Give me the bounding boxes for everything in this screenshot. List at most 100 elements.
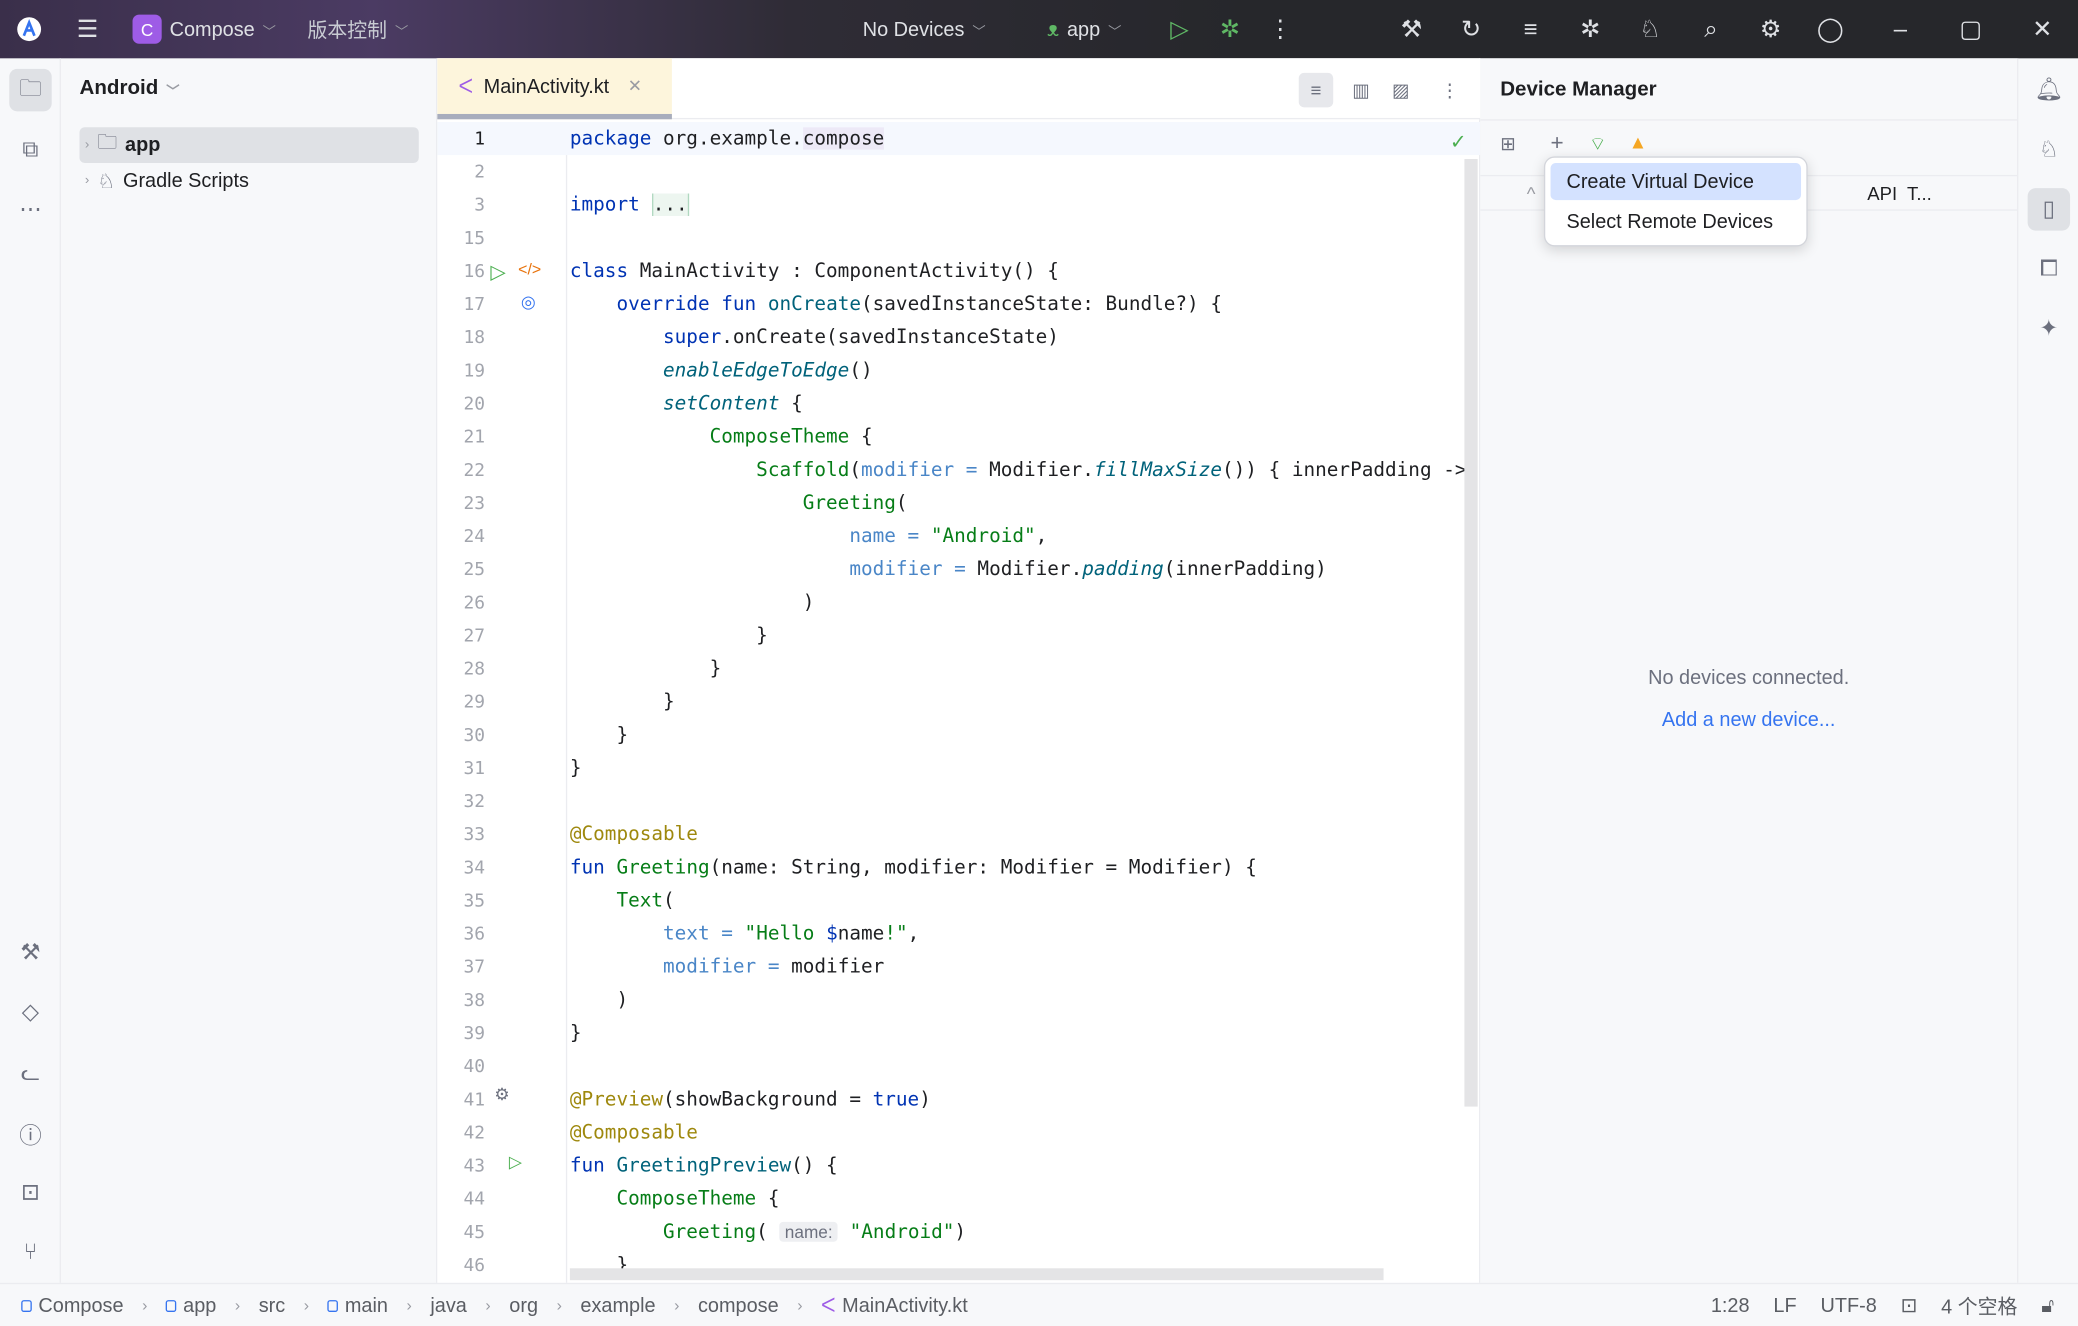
- code-line[interactable]: 16 class MainActivity : ComponentActivity…: [437, 254, 1480, 287]
- firebase-icon[interactable]: ▲: [1629, 131, 1647, 152]
- group-icon[interactable]: ⊞: [1500, 133, 1516, 156]
- git-icon[interactable]: ⑂: [9, 1231, 51, 1273]
- chevron-right-icon[interactable]: ›: [85, 138, 89, 153]
- search-icon[interactable]: ⌕: [1695, 13, 1727, 45]
- device-manager-icon[interactable]: ▯: [2027, 188, 2071, 231]
- preview-settings-icon[interactable]: ⚙: [494, 1084, 509, 1105]
- run-preview-icon[interactable]: ▷: [509, 1152, 522, 1173]
- pair-wifi-icon[interactable]: ⌔: [1589, 133, 1606, 157]
- horizontal-scrollbar[interactable]: [569, 1268, 1384, 1281]
- code-line[interactable]: 41 @Preview(showBackground = true): [437, 1083, 1480, 1116]
- settings-icon[interactable]: ⚙: [1755, 13, 1787, 45]
- tree-item-gradle-scripts[interactable]: › ♘ Gradle Scripts: [80, 163, 419, 199]
- caret-position[interactable]: 1:28: [1711, 1294, 1750, 1317]
- code-view-icon[interactable]: ≡: [1298, 72, 1334, 108]
- code-line[interactable]: 24 name = "Android",: [437, 520, 1480, 553]
- gem-icon[interactable]: ◇: [9, 991, 51, 1033]
- more-icon[interactable]: ⋮: [1264, 13, 1296, 45]
- breadcrumb-item[interactable]: example: [580, 1294, 655, 1317]
- code-line[interactable]: 3 import ...: [437, 188, 1480, 221]
- code-line[interactable]: 27 }: [437, 619, 1480, 652]
- run-icon[interactable]: ▷: [1164, 13, 1196, 45]
- code-line[interactable]: 18 super.onCreate(savedInstanceState): [437, 321, 1480, 354]
- code-line[interactable]: 30 }: [437, 718, 1480, 751]
- apply-changes-icon[interactable]: ↻: [1455, 13, 1487, 45]
- run-gutter-icon[interactable]: ▷: [490, 260, 505, 284]
- device-selector[interactable]: No Devices ﹀: [863, 0, 986, 58]
- build-icon[interactable]: ⚒: [1395, 13, 1427, 45]
- file-encoding[interactable]: UTF-8: [1820, 1294, 1876, 1317]
- running-devices-icon[interactable]: ⧠: [2028, 248, 2070, 290]
- minimize-icon[interactable]: –: [1885, 13, 1917, 45]
- project-view-selector[interactable]: Android ﹀: [80, 77, 180, 101]
- gradle-sync-icon[interactable]: ♘: [1634, 13, 1666, 45]
- breadcrumb-item[interactable]: app: [165, 1294, 216, 1317]
- code-line[interactable]: 28 }: [437, 652, 1480, 685]
- breadcrumb-item[interactable]: src: [259, 1294, 286, 1317]
- code-line[interactable]: 22 Scaffold(modifier = Modifier.fillMaxS…: [437, 453, 1480, 486]
- notifications-icon[interactable]: 🔔︎: [2028, 69, 2070, 111]
- tab-mainactivity[interactable]: ᐸ MainActivity.kt ✕: [437, 58, 672, 120]
- editor-more-icon[interactable]: ⋮: [1437, 73, 1464, 107]
- indent-setting[interactable]: 4 个空格: [1941, 1291, 2017, 1319]
- code-line[interactable]: 44 ComposeTheme {: [437, 1182, 1480, 1215]
- column-header-type[interactable]: T...: [1907, 183, 1932, 204]
- breadcrumb-item[interactable]: ᐸ MainActivity.kt: [821, 1293, 968, 1317]
- code-tag-icon[interactable]: </>: [518, 260, 541, 279]
- tree-item-app[interactable]: › 🗀 app: [79, 127, 419, 164]
- sync-icon[interactable]: ≡: [1515, 13, 1547, 45]
- breadcrumb-item[interactable]: java: [430, 1294, 466, 1317]
- breadcrumb-item[interactable]: Compose: [21, 1294, 124, 1317]
- gemini-icon[interactable]: ✦: [2028, 307, 2070, 349]
- sort-icon[interactable]: ^: [1527, 183, 1536, 204]
- code-line[interactable]: 43 fun GreetingPreview() {: [437, 1149, 1480, 1182]
- split-view-icon[interactable]: ▥: [1344, 73, 1378, 107]
- code-line[interactable]: 37 modifier = modifier: [437, 950, 1480, 983]
- code-line[interactable]: 21 ComposeTheme {: [437, 420, 1480, 453]
- code-line[interactable]: 31}: [437, 751, 1480, 784]
- run-config-selector[interactable]: ᴥ app ﹀: [1047, 0, 1121, 58]
- close-icon[interactable]: ✕: [2026, 13, 2058, 45]
- code-line[interactable]: 15: [437, 221, 1480, 254]
- breadcrumb-item[interactable]: org: [509, 1294, 538, 1317]
- code-line[interactable]: 40: [437, 1050, 1480, 1083]
- code-line[interactable]: 17 override fun onCreate(savedInstanceSt…: [437, 288, 1480, 321]
- account-icon[interactable]: ◯: [1814, 13, 1846, 45]
- code-line[interactable]: 1 package org.example.compose: [437, 121, 1481, 156]
- lock-icon[interactable]: 🔓︎: [2041, 1294, 2054, 1317]
- code-line[interactable]: 29 }: [437, 685, 1480, 718]
- gradle-icon[interactable]: ♘: [2028, 129, 2070, 171]
- design-view-icon[interactable]: ▨: [1384, 73, 1418, 107]
- code-line[interactable]: 19 enableEdgeToEdge(): [437, 354, 1480, 387]
- build-tool-icon[interactable]: ⚒: [9, 932, 51, 974]
- code-line[interactable]: 42 @Composable: [437, 1116, 1480, 1149]
- code-area[interactable]: 1 package org.example.compose 2 3 import ...…: [437, 121, 1481, 1283]
- breadcrumb-item[interactable]: compose: [698, 1294, 779, 1317]
- readonly-icon[interactable]: ⊡: [1901, 1293, 1918, 1318]
- terminal-icon[interactable]: ⊡: [9, 1172, 51, 1214]
- code-line[interactable]: 38 ): [437, 983, 1480, 1016]
- code-line[interactable]: 36 text = "Hello $name!",: [437, 917, 1480, 950]
- project-folder-icon[interactable]: 🗀: [9, 68, 52, 112]
- more-tools-icon[interactable]: ⋯: [9, 188, 51, 230]
- problems-icon[interactable]: ⓘ: [9, 1112, 51, 1154]
- code-line[interactable]: 34 fun Greeting(name: String, modifier: M…: [437, 851, 1480, 884]
- code-line[interactable]: 23 Greeting(: [437, 486, 1480, 519]
- project-selector[interactable]: C Compose ﹀: [132, 0, 276, 58]
- attach-debugger-icon[interactable]: ✲: [1574, 13, 1606, 45]
- vertical-scrollbar[interactable]: [1464, 159, 1478, 1107]
- debug-icon[interactable]: ✲: [1214, 13, 1246, 45]
- column-header-api[interactable]: API: [1867, 183, 1897, 204]
- add-device-link[interactable]: Add a new device...: [1480, 709, 2017, 732]
- resource-manager-icon[interactable]: ⧉: [9, 129, 51, 171]
- add-device-icon[interactable]: +: [1551, 130, 1564, 157]
- main-menu-icon[interactable]: ☰: [72, 13, 104, 45]
- code-line[interactable]: 20 setContent {: [437, 387, 1480, 420]
- code-line[interactable]: 33 @Composable: [437, 818, 1480, 851]
- code-line[interactable]: 45 Greeting( name: "Android"): [437, 1215, 1480, 1248]
- logcat-icon[interactable]: ᓚ: [9, 1052, 51, 1094]
- code-line[interactable]: 2: [437, 155, 1480, 188]
- menu-item-select-remote-devices[interactable]: Select Remote Devices: [1551, 203, 1801, 240]
- code-line[interactable]: 25 modifier = Modifier.padding(innerPadd…: [437, 553, 1480, 586]
- override-gutter-icon[interactable]: ◎: [521, 292, 536, 313]
